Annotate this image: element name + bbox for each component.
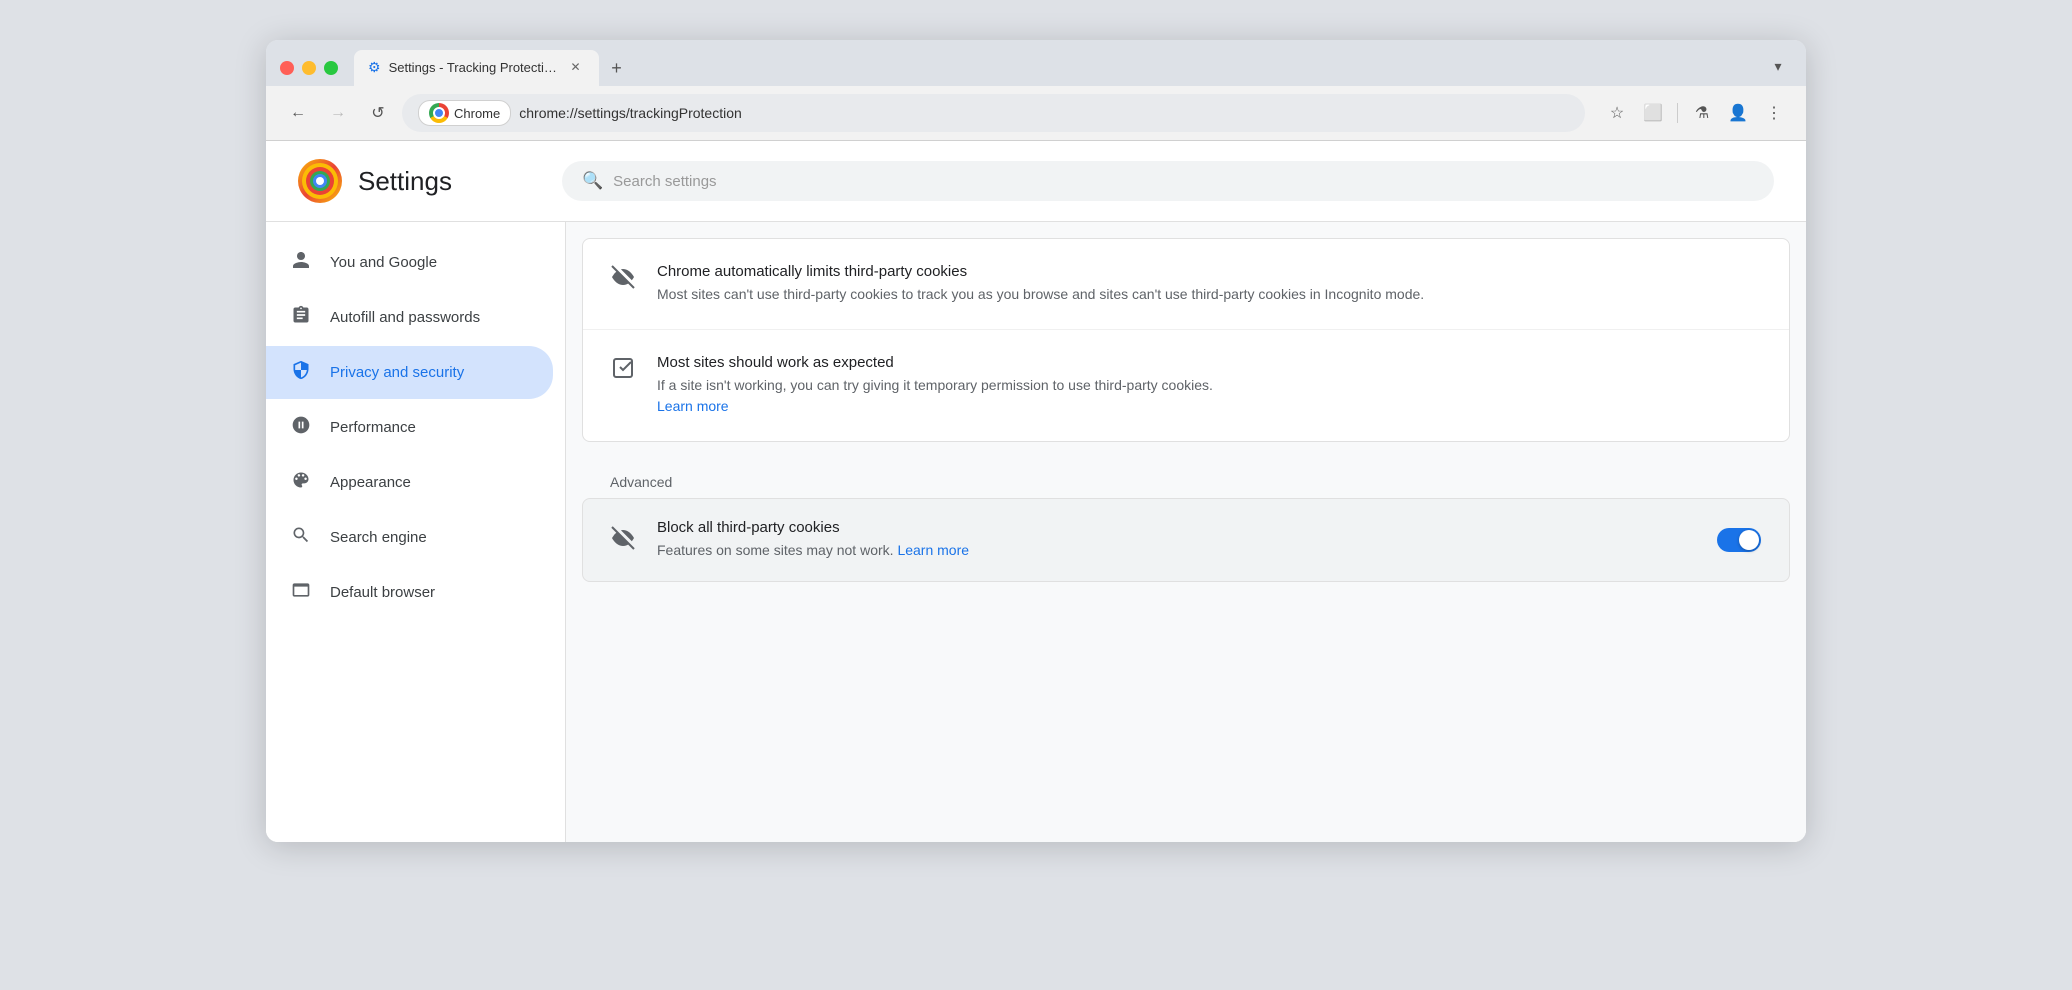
forward-button[interactable]: → — [322, 97, 354, 129]
block-all-title: Block all third-party cookies — [657, 519, 1697, 536]
block-all-cookies-row: Block all third-party cookies Features o… — [582, 498, 1790, 582]
back-button[interactable]: ← — [282, 97, 314, 129]
content-card: Chrome automatically limits third-party … — [582, 238, 1790, 442]
cookies-limit-row: Chrome automatically limits third-party … — [583, 239, 1789, 330]
sidebar-item-autofill[interactable]: Autofill and passwords — [266, 291, 553, 344]
extension-button[interactable]: ⬜ — [1637, 97, 1669, 129]
sidebar-item-label: Appearance — [330, 474, 411, 491]
traffic-lights — [280, 61, 338, 75]
close-button[interactable] — [280, 61, 294, 75]
search-icon — [290, 525, 312, 550]
block-all-text: Block all third-party cookies Features o… — [657, 519, 1697, 561]
minimize-button[interactable] — [302, 61, 316, 75]
advanced-label: Advanced — [582, 458, 1790, 498]
eye-slash-icon-2 — [611, 526, 637, 556]
advanced-section: Advanced Block all third-party cookies F… — [582, 458, 1790, 582]
active-tab[interactable]: ⚙ Settings - Tracking Protectio... ✕ — [354, 50, 599, 86]
search-bar[interactable]: 🔍 Search settings — [562, 161, 1774, 201]
settings-header: Settings 🔍 Search settings — [266, 141, 1806, 222]
bookmark-button[interactable]: ☆ — [1601, 97, 1633, 129]
new-tab-button[interactable]: + — [603, 54, 631, 82]
lab-button[interactable]: ⚗ — [1686, 97, 1718, 129]
maximize-button[interactable] — [324, 61, 338, 75]
sidebar-item-privacy[interactable]: Privacy and security — [266, 346, 553, 399]
chrome-badge: Chrome — [418, 100, 511, 126]
chrome-logo-icon — [429, 103, 449, 123]
title-bar: ⚙ Settings - Tracking Protectio... ✕ + ▾ — [266, 40, 1806, 86]
sites-work-title: Most sites should work as expected — [657, 354, 1761, 371]
sites-work-desc: If a site isn't working, you can try giv… — [657, 375, 1761, 417]
toggle-knob — [1739, 530, 1759, 550]
sites-work-text: Most sites should work as expected If a … — [657, 354, 1761, 417]
sidebar-item-label: Privacy and security — [330, 364, 464, 381]
chrome-label: Chrome — [454, 106, 500, 121]
settings-page: Settings 🔍 Search settings You and Googl… — [266, 141, 1806, 842]
tab-title: Settings - Tracking Protectio... — [389, 60, 559, 75]
eye-slash-icon — [611, 265, 637, 295]
block-cookies-toggle[interactable] — [1717, 528, 1761, 552]
sidebar-item-label: Default browser — [330, 584, 435, 601]
sidebar-item-appearance[interactable]: Appearance — [266, 456, 553, 509]
search-icon: 🔍 — [582, 171, 603, 191]
profile-button[interactable]: 👤 — [1722, 97, 1754, 129]
clipboard-icon — [290, 305, 312, 330]
chrome-logo-large — [302, 163, 338, 199]
nav-actions: ☆ ⬜ ⚗ 👤 ⋮ — [1601, 97, 1790, 129]
sidebar-item-label: Performance — [330, 419, 416, 436]
person-icon — [290, 250, 312, 275]
address-bar[interactable]: Chrome chrome://settings/trackingProtect… — [402, 94, 1585, 132]
learn-more-link-1[interactable]: Learn more — [657, 398, 729, 414]
nav-bar: ← → ↺ Chrome chrome://settings/trackingP… — [266, 86, 1806, 141]
tab-menu-button[interactable]: ▾ — [1764, 52, 1792, 80]
sidebar-item-default-browser[interactable]: Default browser — [266, 566, 553, 619]
cookies-limit-title: Chrome automatically limits third-party … — [657, 263, 1761, 280]
sidebar-item-label: Autofill and passwords — [330, 309, 480, 326]
tab-close-button[interactable]: ✕ — [567, 58, 585, 76]
checkbox-icon — [611, 356, 637, 386]
sidebar-item-you-and-google[interactable]: You and Google — [266, 236, 553, 289]
sidebar-item-label: Search engine — [330, 529, 427, 546]
sites-work-row: Most sites should work as expected If a … — [583, 330, 1789, 441]
sidebar-item-performance[interactable]: Performance — [266, 401, 553, 454]
sidebar-item-search-engine[interactable]: Search engine — [266, 511, 553, 564]
settings-logo — [298, 159, 342, 203]
content-area: Chrome automatically limits third-party … — [566, 222, 1806, 842]
tab-settings-icon: ⚙ — [368, 59, 381, 76]
learn-more-link-2[interactable]: Learn more — [897, 542, 969, 558]
sidebar: You and Google Autofill and passwords Pr… — [266, 222, 566, 842]
address-text: chrome://settings/trackingProtection — [519, 105, 742, 121]
cookies-limit-text: Chrome automatically limits third-party … — [657, 263, 1761, 305]
browser-icon — [290, 580, 312, 605]
block-all-desc: Features on some sites may not work. Lea… — [657, 540, 1697, 561]
chrome-menu-button[interactable]: ⋮ — [1758, 97, 1790, 129]
page-title: Settings — [358, 166, 452, 197]
tabs-row: ⚙ Settings - Tracking Protectio... ✕ + ▾ — [354, 50, 1792, 86]
gauge-icon — [290, 415, 312, 440]
reload-button[interactable]: ↺ — [362, 97, 394, 129]
browser-window: ⚙ Settings - Tracking Protectio... ✕ + ▾… — [266, 40, 1806, 842]
search-placeholder: Search settings — [613, 173, 716, 190]
shield-icon — [290, 360, 312, 385]
cookies-limit-desc: Most sites can't use third-party cookies… — [657, 284, 1761, 305]
palette-icon — [290, 470, 312, 495]
settings-body: You and Google Autofill and passwords Pr… — [266, 222, 1806, 842]
nav-separator — [1677, 103, 1678, 123]
sidebar-item-label: You and Google — [330, 254, 437, 271]
